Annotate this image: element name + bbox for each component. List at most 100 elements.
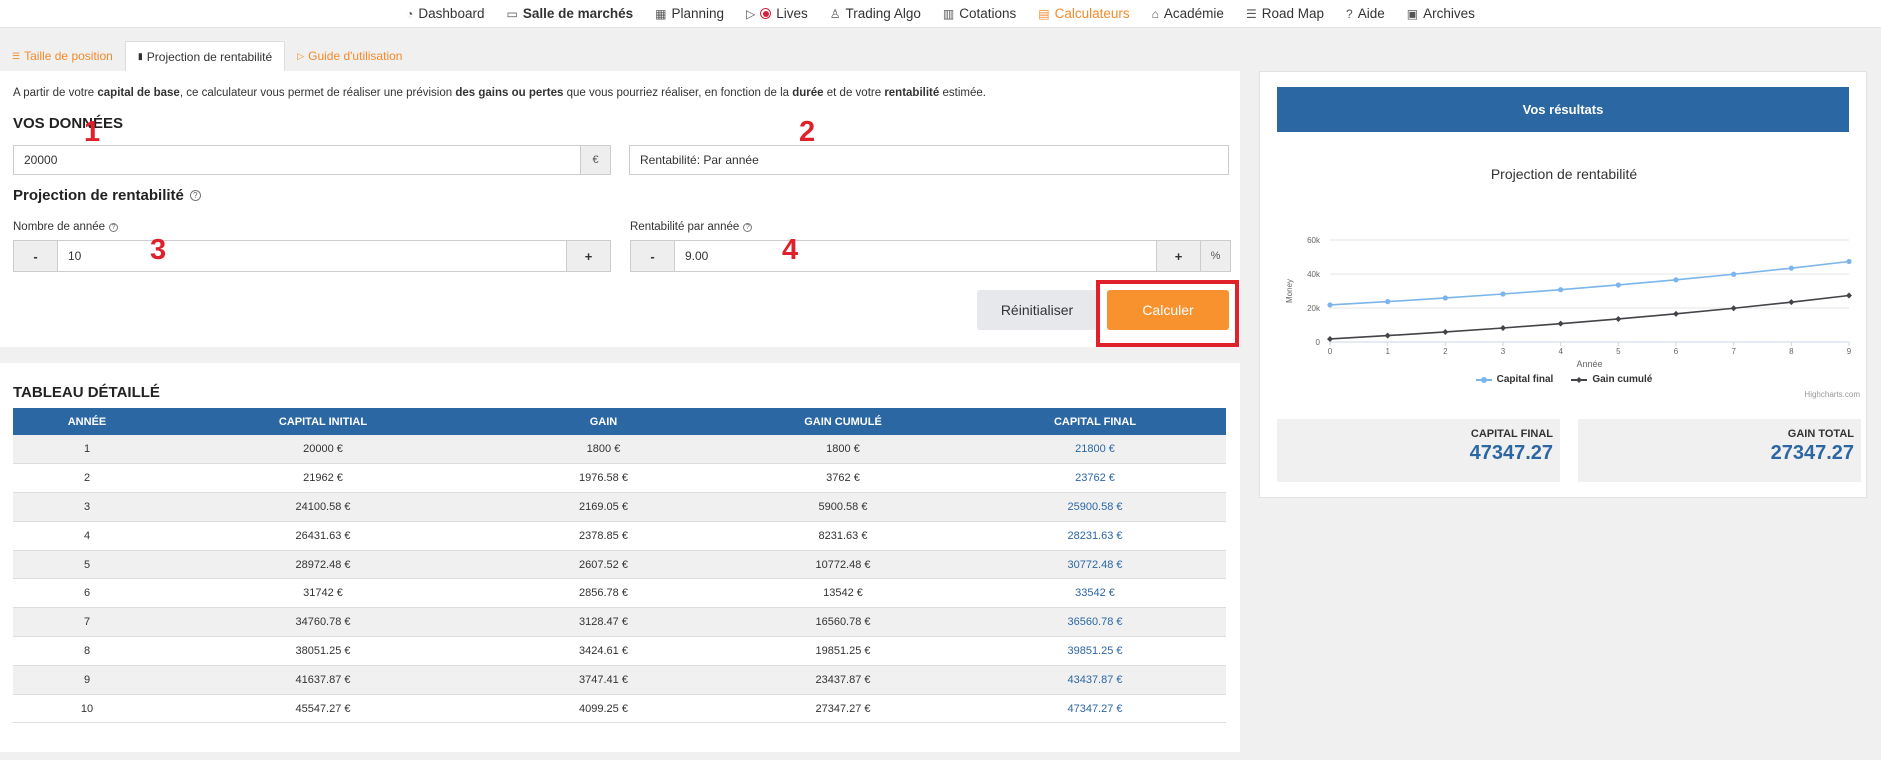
- column-header: CAPITAL INITIAL: [161, 408, 485, 435]
- chart-title: Projection de rentabilité: [1490, 166, 1638, 182]
- table-cell: 6: [13, 578, 161, 609]
- data-point: [1846, 258, 1852, 265]
- legend-item-capital-final[interactable]: Capital final: [1475, 374, 1553, 385]
- archive-icon: ▣: [1406, 6, 1419, 21]
- tab-guide-utilisation[interactable]: ▷ Guide d'utilisation: [285, 41, 414, 71]
- column-header: GAIN: [485, 408, 722, 435]
- capital-input-group: €: [13, 145, 611, 175]
- table-cell: 9: [13, 665, 161, 695]
- projection-title: Projection de rentabilité ?: [13, 187, 201, 204]
- years-decrement-button[interactable]: -: [14, 241, 58, 271]
- data-point: [1500, 291, 1506, 297]
- table-cell: 3424.61 €: [485, 636, 722, 666]
- years-input[interactable]: [58, 241, 566, 271]
- column-header: CAPITAL FINAL: [964, 408, 1226, 435]
- table-cell: 24100.58 €: [161, 492, 485, 522]
- table-cell: 1: [13, 435, 161, 465]
- dashboard-icon: ◔: [406, 6, 414, 21]
- table-cell: 23437.87 €: [722, 665, 964, 695]
- capital-final-value: 47347.27: [1469, 442, 1553, 464]
- x-tick-label: 9: [1847, 347, 1852, 356]
- series-line-capital-final: [1329, 260, 1850, 306]
- reset-button[interactable]: Réinitialiser: [977, 290, 1097, 330]
- table-cell: 25900.58 €: [964, 492, 1226, 522]
- table-title: TABLEAU DÉTAILLÉ: [13, 384, 160, 401]
- nav-label: Dashboard: [418, 6, 485, 21]
- nav-item-dashboard[interactable]: ◔ Dashboard: [406, 6, 484, 21]
- table-cell: 10772.48 €: [722, 550, 964, 580]
- years-label: Nombre de année?: [13, 221, 119, 233]
- nav-item-calculateurs[interactable]: ▤ Calculateurs: [1038, 6, 1129, 21]
- table-cell: 3747.41 €: [485, 665, 722, 695]
- nav-label: Aide: [1357, 6, 1385, 21]
- table-cell: 26431.63 €: [161, 521, 485, 551]
- gain-total-card: GAIN TOTAL 27347.27: [1578, 419, 1861, 482]
- rate-increment-button[interactable]: +: [1156, 241, 1200, 271]
- table-cell: 21800 €: [964, 435, 1226, 465]
- table-cell: 31742 €: [161, 578, 485, 609]
- y-axis-title: Money: [1285, 279, 1294, 303]
- x-tick-label: 0: [1328, 347, 1333, 356]
- x-tick-label: 6: [1674, 347, 1679, 356]
- help-icon[interactable]: ?: [743, 222, 753, 232]
- table-cell: 41637.87 €: [161, 665, 485, 695]
- nav-item-acad-mie[interactable]: ⌂ Académie: [1152, 6, 1224, 21]
- chart-credit[interactable]: Highcharts.com: [1804, 390, 1860, 399]
- nav-item-salle-de-march-s[interactable]: ▭ Salle de marchés: [506, 6, 633, 21]
- data-point: [1327, 335, 1333, 342]
- play-icon: ▷: [297, 50, 305, 61]
- list-icon: ☰: [1245, 6, 1257, 21]
- calendar-icon: ▦: [655, 6, 667, 21]
- x-tick-label: 4: [1558, 347, 1563, 356]
- calculate-button[interactable]: Calculer: [1107, 290, 1229, 330]
- tab-taille-position[interactable]: ☰ Taille de position: [0, 41, 125, 71]
- rentabilite-select[interactable]: Rentabilité: Par année: [629, 145, 1229, 175]
- table-cell: 2378.85 €: [485, 521, 722, 551]
- table-row: 7 34760.78 €3128.47 €16560.78 €36560.78 €: [13, 607, 1226, 638]
- table-cell: 2856.78 €: [485, 578, 722, 609]
- series-line-gain-cumule: [1329, 294, 1850, 340]
- nav-item-road-map[interactable]: ☰ Road Map: [1246, 6, 1324, 21]
- tab-projection-rentabilite[interactable]: ▮ Projection de rentabilité: [124, 41, 286, 71]
- nav-item-aide[interactable]: ? Aide: [1346, 6, 1385, 21]
- data-point: [1558, 287, 1564, 293]
- bar-chart-icon: ▮: [137, 51, 143, 61]
- nav-item-archives[interactable]: ▣ Archives: [1407, 6, 1475, 21]
- table-row: 1 20000 €1800 €1800 €21800 €: [13, 435, 1226, 465]
- gain-total-label: GAIN TOTAL: [1787, 428, 1854, 440]
- table-cell: 30772.48 €: [964, 550, 1226, 580]
- results-header: Vos résultats: [1277, 87, 1849, 132]
- table-cell: 39851.25 €: [964, 636, 1226, 666]
- y-tick-label: 20k: [1307, 304, 1321, 313]
- intro-text: A partir de votre capital de base, ce ca…: [13, 87, 986, 99]
- legend-item-gain-cumule[interactable]: Gain cumulé: [1571, 374, 1652, 385]
- help-icon[interactable]: ?: [189, 190, 201, 201]
- table-cell: 10: [13, 694, 161, 724]
- table-cell: 28231.63 €: [964, 521, 1226, 551]
- help-icon[interactable]: ?: [109, 222, 119, 232]
- nav-item-trading-algo[interactable]: ♙ Trading Algo: [830, 6, 921, 21]
- table-cell: 1976.58 €: [485, 463, 722, 494]
- table-row: 8 38051.25 €3424.61 €19851.25 €39851.25 €: [13, 636, 1226, 666]
- capital-final-card: CAPITAL FINAL 47347.27: [1277, 419, 1560, 482]
- table-cell: 38051.25 €: [161, 636, 485, 666]
- nav-label: Cotations: [959, 6, 1017, 21]
- years-increment-button[interactable]: +: [566, 241, 610, 271]
- nav-item-planning[interactable]: ▦ Planning: [655, 6, 724, 21]
- table-cell: 5: [13, 550, 161, 580]
- gain-total-value: 27347.27: [1770, 442, 1854, 464]
- x-tick-label: 1: [1385, 347, 1390, 356]
- table-cell: 27347.27 €: [722, 694, 964, 724]
- x-tick-label: 8: [1789, 347, 1794, 356]
- table-row: 4 26431.63 €2378.85 €8231.63 €28231.63 €: [13, 521, 1226, 551]
- rate-input[interactable]: [675, 241, 1156, 271]
- rate-decrement-button[interactable]: -: [631, 241, 675, 271]
- nav-item-cotations[interactable]: ▥ Cotations: [943, 6, 1016, 21]
- capital-input[interactable]: [14, 146, 580, 174]
- chat-icon: ▭: [506, 6, 518, 21]
- list-icon: ☰: [12, 50, 21, 61]
- nav-item-lives[interactable]: ▷ Lives: [746, 6, 808, 21]
- table-cell: 33542 €: [964, 578, 1226, 609]
- table-cell: 34760.78 €: [161, 607, 485, 638]
- data-point: [1442, 295, 1448, 301]
